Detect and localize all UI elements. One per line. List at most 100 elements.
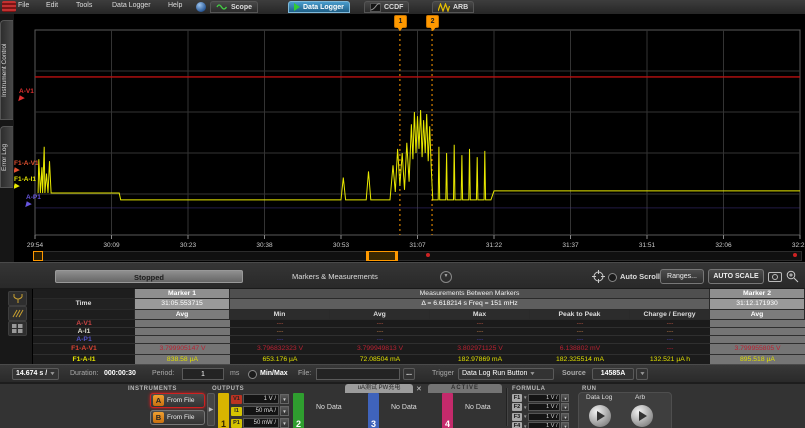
info-orb-icon[interactable] xyxy=(196,2,206,12)
formula-scale-select[interactable]: 1 V / xyxy=(528,413,560,421)
trace-label-A-P1[interactable]: A-P1▶ xyxy=(26,194,41,208)
channel-3-status: No Data xyxy=(391,404,417,411)
chevron-down-icon[interactable]: ▼ xyxy=(561,422,569,428)
period-input[interactable] xyxy=(182,368,224,380)
chevron-down-icon[interactable]: ▼ xyxy=(523,395,527,400)
chevron-down-icon[interactable]: ▼ xyxy=(280,418,289,428)
row-label[interactable]: F1-A-V1 xyxy=(33,345,135,352)
marker-tool-icon[interactable] xyxy=(8,291,27,306)
output-file-tab[interactable]: uA测试 PW充电 xyxy=(345,384,413,393)
auto-scroll-radio[interactable] xyxy=(608,273,617,282)
tab-data-logger-label: Data Logger xyxy=(303,4,344,11)
instruments-expander[interactable]: ▶ xyxy=(207,393,215,426)
tab-close-icon[interactable]: ✕ xyxy=(416,385,422,393)
tab-arb[interactable]: ARB xyxy=(432,1,474,13)
channel-1-bar[interactable]: 1 xyxy=(218,393,229,428)
row-label[interactable]: A-V1 xyxy=(33,320,135,327)
scroll-handle[interactable] xyxy=(366,251,398,261)
collapse-panel-icon[interactable]: ▼ xyxy=(440,271,452,283)
channel-3-bar[interactable]: 3 xyxy=(368,393,379,428)
tab-scope-label: Scope xyxy=(231,4,252,11)
sidebar-tab-instrument-control[interactable]: Instrument Control xyxy=(0,20,13,120)
formula-scale-select[interactable]: 1 V / xyxy=(528,422,560,428)
tab-ccdf[interactable]: CCDF xyxy=(364,1,409,13)
formula-scale-select[interactable]: 1 V / xyxy=(528,403,560,411)
formula-badge[interactable]: F1 xyxy=(512,394,522,402)
chevron-down-icon[interactable]: ▼ xyxy=(523,405,527,410)
channel-2-bar[interactable]: 2 xyxy=(293,393,304,428)
chevron-down-icon[interactable]: ▼ xyxy=(561,403,569,411)
sidebar-tab-error-log[interactable]: Error Log xyxy=(0,126,13,188)
chevron-down-icon[interactable]: ▼ xyxy=(561,394,569,402)
browse-button[interactable]: ... xyxy=(403,368,415,380)
formula-badge[interactable]: F3 xyxy=(512,413,522,421)
run-state-button[interactable]: Stopped xyxy=(55,270,243,283)
trace-label-F1-A-I1[interactable]: F1-A-I1▶ xyxy=(14,176,36,190)
menu-tools[interactable]: Tools xyxy=(76,2,92,9)
formula-scale-select[interactable]: 1 V / xyxy=(528,394,560,402)
timeline-scrollbar[interactable] xyxy=(35,251,802,261)
formula-badge[interactable]: F4 xyxy=(512,422,522,428)
grid-view-icon[interactable] xyxy=(8,321,27,336)
file-input[interactable] xyxy=(316,368,400,380)
section-divider xyxy=(506,388,508,426)
scroll-home-button[interactable] xyxy=(33,251,43,261)
chart-canvas[interactable]: 29:5430:0930:2330:3830:5331:0731:2231:37… xyxy=(14,14,805,262)
instrument-a-button[interactable]: A From File xyxy=(150,393,205,408)
data-log-run-button[interactable] xyxy=(589,405,611,427)
marker1-time: 31:05.553715 xyxy=(135,299,230,309)
scale-select[interactable]: 50 mA / xyxy=(243,406,279,416)
scale-select[interactable]: 50 mW / xyxy=(243,418,279,428)
source-select[interactable]: 14585A xyxy=(592,368,634,380)
delta-readout: Δ = 6.618214 s Freq = 151 mHz xyxy=(230,299,710,309)
row-label[interactable]: F1-A-I1 xyxy=(33,356,135,363)
marker-flag-1[interactable]: 1 xyxy=(394,15,407,28)
strip-chart[interactable]: 29:5430:0930:2330:3830:5331:0731:2231:37… xyxy=(14,14,805,262)
formula-section-label: FORMULA xyxy=(512,386,546,392)
menu-data-logger[interactable]: Data Logger xyxy=(112,2,151,9)
table-row-A-P1: A-P1--------------- xyxy=(33,336,805,344)
trigger-select[interactable]: Data Log Run Button▼ xyxy=(458,368,554,380)
trace-label-A-V1[interactable]: A-V1▶ xyxy=(19,88,34,102)
auto-scale-button[interactable]: AUTO SCALE xyxy=(708,269,764,284)
tab-ccdf-label: CCDF xyxy=(384,4,403,11)
formula-row-F2: F2▼1 V /▼ xyxy=(512,403,569,413)
svg-text:30:53: 30:53 xyxy=(333,242,350,249)
measure-tool-icon[interactable] xyxy=(8,306,27,321)
chevron-down-icon[interactable]: ▼ xyxy=(561,413,569,421)
chevron-down-icon[interactable]: ▼ xyxy=(280,394,289,404)
marker1-title[interactable]: Marker 1 xyxy=(135,289,230,298)
ranges-button[interactable]: Ranges... xyxy=(660,269,704,284)
tab-scope[interactable]: Scope xyxy=(210,1,258,13)
formula-badge[interactable]: F2 xyxy=(512,403,522,411)
chevron-down-icon[interactable]: ▼ xyxy=(523,424,527,428)
marker2-title[interactable]: Marker 2 xyxy=(710,289,805,298)
source-dropdown-button[interactable]: ▼ xyxy=(636,368,648,380)
trace-label-F1-A-V1[interactable]: F1-A-V1▶ xyxy=(14,160,39,174)
tab-arb-label: ARB xyxy=(453,4,468,11)
menu-file[interactable]: File xyxy=(18,2,29,9)
chevron-down-icon[interactable]: ▼ xyxy=(280,406,289,416)
row-label[interactable]: A-I1 xyxy=(33,328,135,335)
channel-4-bar[interactable]: 4 xyxy=(442,393,453,428)
active-tab[interactable]: ACTIVE xyxy=(428,384,502,393)
instrument-b-button[interactable]: B From File xyxy=(150,410,205,425)
sample-rate-dropdown[interactable]: 14.674 s /▼ xyxy=(12,368,59,380)
chevron-down-icon[interactable]: ▼ xyxy=(523,414,527,419)
marker-flag-2[interactable]: 2 xyxy=(426,15,439,28)
arb-waveform-icon xyxy=(438,3,450,12)
formula-row-F3: F3▼1 V /▼ xyxy=(512,412,569,422)
menu-help[interactable]: Help xyxy=(168,2,182,9)
cell-max: 182.97869 mA xyxy=(430,356,530,363)
row-label[interactable]: A-P1 xyxy=(33,336,135,343)
arb-run-button[interactable] xyxy=(631,405,653,427)
scale-select[interactable]: 1 V / xyxy=(243,394,279,404)
cell-p2p: --- xyxy=(530,336,630,343)
channel1-row-V1: V11 V /▼ xyxy=(231,393,289,405)
minmax-radio[interactable] xyxy=(248,370,257,379)
capture-icon[interactable] xyxy=(768,270,783,283)
tab-data-logger[interactable]: Data Logger xyxy=(288,1,350,13)
crosshair-icon[interactable] xyxy=(592,270,605,283)
menu-edit[interactable]: Edit xyxy=(46,2,58,9)
zoom-in-icon[interactable] xyxy=(786,270,799,283)
